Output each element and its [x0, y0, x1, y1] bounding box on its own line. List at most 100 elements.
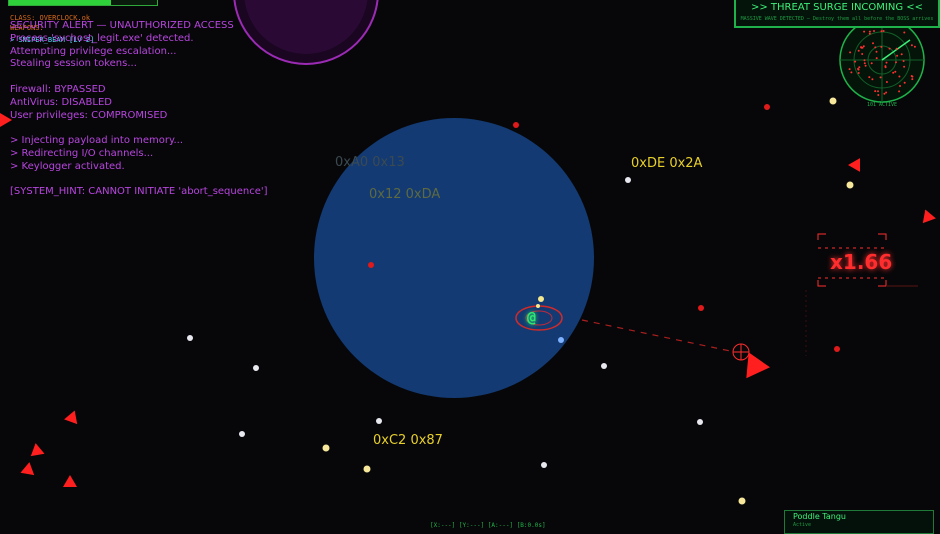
radar-blip — [850, 71, 853, 74]
data-orb — [253, 365, 259, 371]
shield-orb — [558, 337, 564, 343]
player-icon: @ — [527, 308, 537, 326]
threat-subtitle: MASSIVE WAVE DETECTED — Destroy them all… — [740, 16, 934, 22]
radar-blip — [903, 31, 906, 34]
radar-blip — [864, 64, 867, 67]
radar-blip — [854, 60, 857, 63]
player-bullet — [538, 296, 544, 302]
radar-blip — [896, 54, 899, 57]
threat-title: >> THREAT SURGE INCOMING << — [750, 2, 924, 13]
radar-blip — [875, 50, 878, 53]
radar-blip — [848, 68, 851, 71]
radar-blip — [911, 75, 914, 78]
data-orb — [697, 419, 703, 425]
enemy-drone — [922, 209, 936, 224]
hex-label: 0xC2 0x87 — [373, 433, 443, 448]
threat-banner: >> THREAT SURGE INCOMING << MASSIVE WAVE… — [734, 0, 940, 28]
radar-blip — [870, 62, 873, 65]
alert-line: > Injecting payload into memory... — [10, 135, 184, 147]
energy-orb — [829, 97, 837, 105]
alert-line: AntiVirus: DISABLED — [10, 96, 112, 108]
radar-blip — [873, 30, 875, 32]
score-multiplier: x1.66 — [830, 250, 893, 274]
radar-blip — [883, 92, 886, 95]
enemy-drone — [20, 462, 35, 476]
game-scene — [0, 0, 936, 505]
radar-blip — [884, 65, 887, 68]
radar-blip — [913, 45, 916, 48]
enemy-shot — [764, 104, 770, 110]
data-orb — [541, 462, 547, 468]
alert-line: Process 'svchost_legit.exe' detected. — [10, 32, 194, 44]
radar-blip — [863, 62, 866, 65]
enemy-shot — [368, 262, 374, 268]
alert-line: User privileges: COMPROMISED — [10, 109, 168, 121]
radar-blip — [903, 81, 906, 84]
radar-blip — [868, 32, 871, 35]
enemy-drone — [63, 475, 77, 487]
radar-blip — [892, 71, 895, 74]
player-name: Poddle Tangu — [793, 512, 846, 521]
aim-line — [581, 319, 736, 353]
radar-blip — [880, 45, 883, 48]
radar-blip — [862, 45, 865, 48]
radar-blip — [874, 46, 877, 49]
data-orb — [601, 363, 607, 369]
radar-blip — [874, 90, 877, 93]
hex-label: 0xDE 0x2A — [631, 156, 703, 171]
alert-line: > Keylogger activated. — [10, 160, 125, 172]
radar-blip — [888, 47, 891, 50]
hex-label: 0xA0 0x13 — [335, 155, 405, 170]
alert-line: Attempting privilege escalation... — [10, 45, 177, 57]
radar-blip — [877, 90, 879, 93]
radar-blip — [900, 53, 903, 56]
enemy-shot — [698, 305, 704, 311]
alert-line: > Redirecting I/O channels... — [10, 148, 154, 159]
enemy-drone — [64, 410, 78, 425]
radar-blip — [872, 42, 874, 45]
radar-blip — [894, 70, 897, 73]
data-orb — [239, 431, 245, 437]
enemy-shot — [834, 346, 840, 352]
radar-blip — [871, 78, 874, 81]
alert-line: [SYSTEM_HINT: CANNOT INITIATE 'abort_seq… — [10, 186, 268, 198]
radar-blip — [899, 85, 901, 87]
energy-orb — [322, 444, 330, 452]
player-card: Poddle Tangu Active — [784, 510, 934, 534]
data-orb — [376, 418, 382, 424]
energy-orb — [738, 497, 746, 505]
radar-blip — [895, 61, 897, 64]
radar-blip — [902, 60, 905, 62]
crosshair-icon — [732, 343, 750, 361]
radar-blip — [863, 30, 866, 33]
alert-line: Stealing session tokens... — [10, 58, 137, 70]
controls-readout: [X:---] [Y:---] [A:---] [B:0.0s] — [430, 522, 546, 529]
radar-blip — [898, 90, 901, 93]
radar-blip — [868, 30, 871, 33]
radar-blip — [857, 72, 860, 74]
player-status: Active — [793, 522, 812, 528]
player-bullet — [536, 304, 540, 308]
alert-line: SECURITY ALERT — UNAUTHORIZED ACCESS — [10, 20, 234, 31]
enemy-drone — [746, 352, 770, 379]
energy-orb — [363, 465, 371, 473]
radar-blip — [885, 91, 888, 94]
radar-blip — [882, 30, 885, 32]
radar-blip — [857, 49, 860, 52]
radar-blip — [857, 68, 860, 71]
radar-blip — [911, 78, 914, 81]
radar-blip — [885, 81, 888, 83]
radar-blip — [898, 75, 901, 78]
radar — [839, 17, 925, 103]
radar-blip — [879, 76, 882, 79]
radar-label: 101 ACTIVE — [866, 102, 898, 108]
radar-blip — [849, 51, 852, 54]
hex-label: 0x12 0xDA — [369, 187, 441, 202]
radar-blip — [880, 30, 883, 33]
enemy-shot — [513, 122, 519, 128]
radar-blip — [858, 66, 861, 69]
energy-orb — [846, 181, 854, 189]
data-orb — [625, 177, 631, 183]
health-bar-fill — [9, 0, 112, 5]
radar-blip — [863, 59, 866, 62]
